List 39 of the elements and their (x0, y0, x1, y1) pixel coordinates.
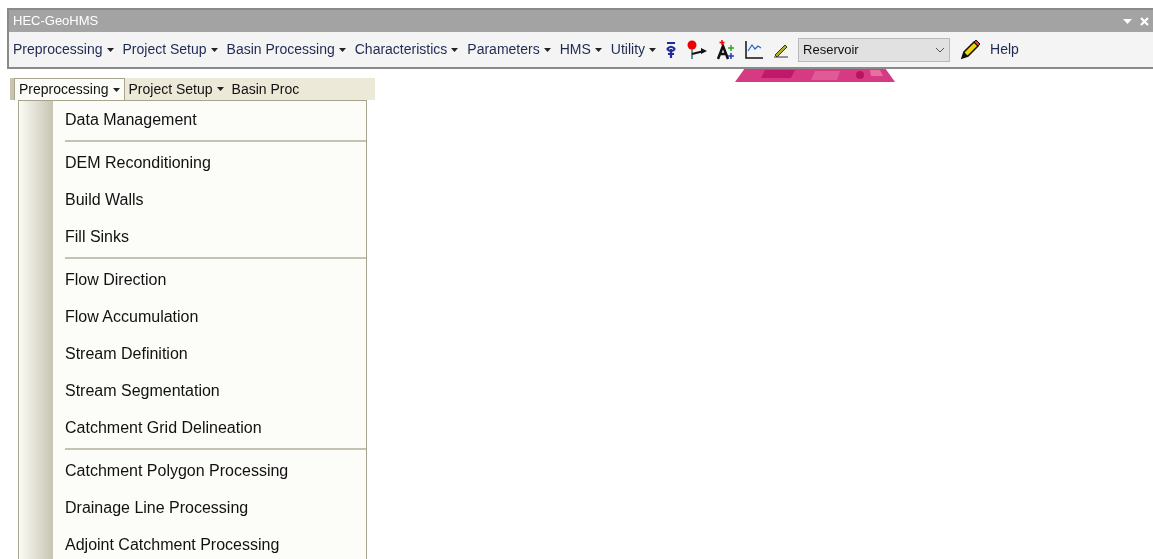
menu-button[interactable]: Parameters (467, 39, 551, 60)
menu-item[interactable]: Build Walls (65, 181, 366, 218)
menu-item[interactable]: Drainage Line Processing (65, 489, 366, 526)
help-button[interactable]: Help (990, 39, 1019, 60)
menu-button[interactable]: Basin Processing (226, 39, 346, 60)
caret-icon (106, 47, 114, 52)
menu-button[interactable]: Project Setup (124, 78, 228, 100)
chevron-down-icon (935, 46, 946, 53)
caret-icon (216, 87, 224, 91)
menu-item[interactable]: Flow Direction (65, 261, 366, 298)
menu-button[interactable]: Project Setup (122, 39, 218, 60)
window-title: HEC-GeoHMS (13, 12, 99, 31)
caret-icon (451, 47, 459, 52)
caret-icon (210, 47, 218, 52)
text-add-icon[interactable] (717, 39, 736, 60)
menu-button[interactable]: Basin Proc (227, 78, 304, 100)
menu-button[interactable]: Characteristics (354, 39, 459, 60)
menu-item[interactable]: DEM Reconditioning (65, 144, 366, 181)
menu-button[interactable]: HMS (559, 39, 602, 60)
menu-item[interactable]: Data Management (65, 101, 366, 138)
menu-item[interactable]: Stream Segmentation (65, 372, 366, 409)
line-chart-icon[interactable] (744, 39, 765, 60)
caret-icon (649, 47, 657, 52)
caret-icon (594, 47, 602, 52)
menu-item[interactable]: Fill Sinks (65, 218, 366, 255)
caret-icon (338, 47, 346, 52)
menu-item[interactable]: Catchment Grid Delineation (65, 409, 366, 446)
layer-dropdown[interactable]: Reservoir (798, 37, 951, 62)
point-arrow-icon[interactable] (686, 39, 709, 60)
pencil-icon[interactable] (959, 38, 982, 61)
menu-button[interactable]: Preprocessing (14, 78, 125, 100)
caret-icon (112, 87, 120, 92)
menu-item[interactable]: Stream Definition (65, 335, 366, 372)
menu-item[interactable]: Flow Accumulation (65, 298, 366, 335)
menu-item[interactable]: Catchment Polygon Processing (65, 452, 366, 489)
menu-button[interactable]: Preprocessing (13, 39, 114, 60)
caret-icon (543, 47, 551, 52)
menu-button[interactable]: Utility (610, 39, 657, 60)
menu-item[interactable]: Adjoint Catchment Processing (65, 526, 366, 559)
